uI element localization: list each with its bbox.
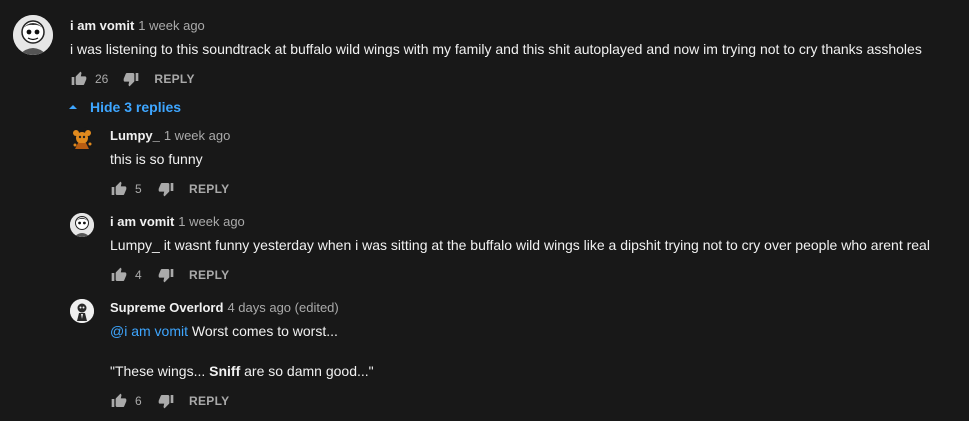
comment-actions: 26 REPLY xyxy=(70,69,195,89)
comment-thread: i am vomit 1 week ago i was listening to … xyxy=(0,0,969,421)
comment-text: i was listening to this soundtrack at bu… xyxy=(70,41,922,57)
dislike-button[interactable] xyxy=(122,70,140,88)
like-button[interactable] xyxy=(110,266,128,284)
comment-time[interactable]: 4 days ago (edited) xyxy=(227,300,338,315)
thumbs-up-icon xyxy=(71,71,87,85)
hide-replies-button[interactable]: Hide 3 replies xyxy=(68,97,181,117)
avatar-image xyxy=(13,15,53,55)
comment-actions: 5 REPLY xyxy=(110,179,229,199)
dislike-button[interactable] xyxy=(157,180,175,198)
thumbs-down-icon xyxy=(158,183,174,197)
thumbs-up-icon xyxy=(111,393,127,407)
reply-button[interactable]: REPLY xyxy=(189,394,229,408)
avatar[interactable] xyxy=(70,299,94,323)
avatar-image xyxy=(70,127,94,151)
mention-link[interactable]: @i am vomit xyxy=(110,323,188,339)
reply-button[interactable]: REPLY xyxy=(154,72,194,86)
avatar[interactable] xyxy=(13,15,53,55)
like-button[interactable] xyxy=(70,70,88,88)
reply-button[interactable]: REPLY xyxy=(189,268,229,282)
comment-time[interactable]: 1 week ago xyxy=(138,18,205,33)
thumbs-down-icon xyxy=(158,395,174,409)
comment-time[interactable]: 1 week ago xyxy=(164,128,231,143)
comment-author[interactable]: i am vomit xyxy=(70,18,134,33)
comment-author[interactable]: Lumpy_ xyxy=(110,128,160,143)
hide-replies-label: Hide 3 replies xyxy=(90,99,182,115)
avatar[interactable] xyxy=(70,213,94,237)
comment-text: this is so funny xyxy=(110,151,203,167)
comment-text: @i am vomit Worst comes to worst... xyxy=(110,321,338,341)
dislike-button[interactable] xyxy=(157,266,175,284)
caret-up-icon xyxy=(69,105,77,109)
comment-time[interactable]: 1 week ago xyxy=(178,214,245,229)
dislike-button[interactable] xyxy=(157,392,175,410)
like-count: 4 xyxy=(135,268,142,282)
thumbs-up-icon xyxy=(111,267,127,281)
comment-text-part: are so damn good..." xyxy=(240,363,374,379)
like-button[interactable] xyxy=(110,180,128,198)
avatar[interactable] xyxy=(70,127,94,151)
like-button[interactable] xyxy=(110,392,128,410)
thumbs-down-icon xyxy=(124,73,139,87)
reply-button[interactable]: REPLY xyxy=(189,182,229,196)
comment-author[interactable]: i am vomit xyxy=(110,214,174,229)
like-count: 6 xyxy=(135,394,142,408)
like-count: 5 xyxy=(135,182,142,196)
comment-actions: 6 REPLY xyxy=(110,391,229,411)
comment-text-part: "These wings... xyxy=(110,363,210,379)
like-count: 26 xyxy=(95,72,109,86)
comment-text-line2: "These wings... Sniff are so damn good..… xyxy=(110,361,374,381)
avatar-image xyxy=(70,299,94,323)
comment-text: Lumpy_ it wasnt funny yesterday when i w… xyxy=(110,237,930,253)
thumbs-up-icon xyxy=(111,181,127,195)
comment-author[interactable]: Supreme Overlord xyxy=(110,300,223,315)
thumbs-down-icon xyxy=(158,269,174,283)
avatar-image xyxy=(70,213,94,237)
comment-text-bold: Sniff xyxy=(209,363,241,379)
comment-actions: 4 REPLY xyxy=(110,265,229,285)
comment-text-line1: Worst comes to worst... xyxy=(188,323,338,339)
